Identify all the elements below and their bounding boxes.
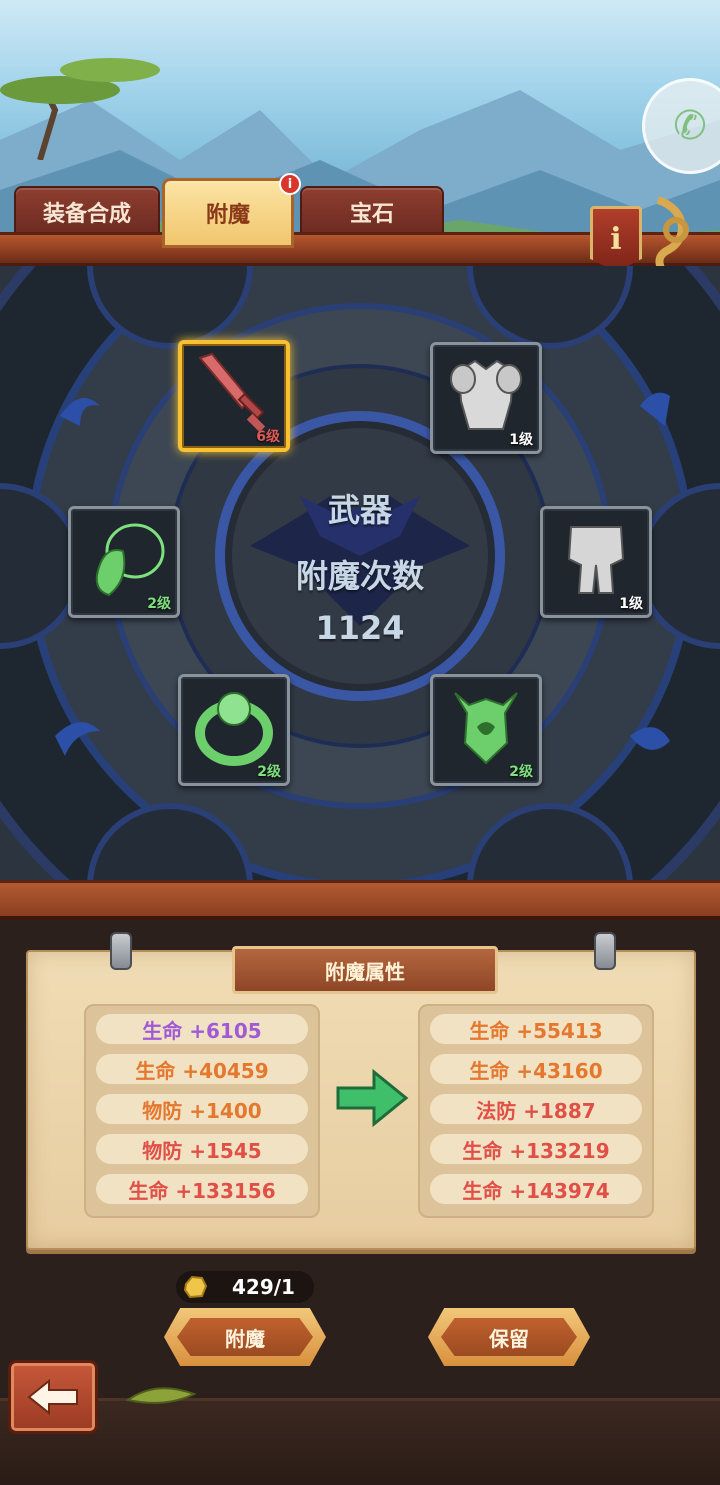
tab-gem[interactable]: 宝石 — [300, 186, 444, 238]
slot-name: 武器 — [327, 491, 392, 529]
slot-level: 2级 — [509, 764, 533, 780]
attribute-row: 生命 +6105 — [96, 1014, 308, 1044]
tab-label: 附魔 — [205, 203, 250, 228]
info-icon: i — [610, 221, 622, 257]
enchant-button-label: 附魔 — [225, 1326, 265, 1351]
pine-tree — [0, 58, 160, 160]
enchant-button[interactable]: 附魔 — [164, 1308, 326, 1366]
pin-icon — [110, 932, 132, 970]
attribute-row: 生命 +133219 — [430, 1134, 642, 1164]
tab-label: 装备合成 — [42, 202, 131, 227]
attribute-row: 生命 +133156 — [96, 1174, 308, 1204]
helmet-icon — [454, 692, 518, 765]
slot-helmet[interactable]: 2级 — [430, 674, 542, 786]
arrow-left-icon — [27, 1378, 78, 1416]
info-button[interactable]: i — [590, 206, 642, 272]
arrow-right-icon — [336, 1068, 409, 1128]
keep-button-label: 保留 — [489, 1326, 529, 1351]
current-attributes: 生命 +6105 生命 +40459 物防 +1400 物防 +1545 生命 … — [84, 1004, 320, 1218]
currency-display: 429/1 — [176, 1271, 314, 1303]
leaf-decoration — [126, 1387, 196, 1404]
panel-title: 附魔属性 — [232, 946, 498, 994]
ring-icon — [195, 692, 273, 766]
pin-icon — [594, 932, 616, 970]
slot-leg-armor[interactable]: 1级 — [540, 506, 652, 618]
tab-equipment-synthesis[interactable]: 装备合成 — [14, 186, 160, 238]
attribute-row: 生命 +43160 — [430, 1054, 642, 1084]
notification-badge: i — [279, 173, 301, 195]
panel-title-text: 附魔属性 — [325, 959, 405, 984]
gold-stone-icon — [183, 1275, 208, 1299]
slot-level: 2级 — [257, 764, 281, 780]
slot-weapon[interactable]: 6级 — [178, 340, 290, 452]
slot-level: 2级 — [147, 596, 171, 612]
new-attributes: 生命 +55413 生命 +43160 法防 +1887 生命 +133219 … — [418, 1004, 654, 1218]
keep-button[interactable]: 保留 — [428, 1308, 590, 1366]
attribute-row: 生命 +40459 — [96, 1054, 308, 1084]
slot-level: 6级 — [256, 429, 280, 445]
enchant-center-info: 武器 附魔次数 1124 — [230, 480, 490, 648]
bottom-wood-plank — [0, 880, 720, 920]
attribute-row: 物防 +1400 — [96, 1094, 308, 1124]
back-button[interactable] — [8, 1360, 98, 1434]
leg-armor-icon — [567, 526, 625, 594]
attribute-row: 法防 +1887 — [430, 1094, 642, 1124]
chest-armor-icon — [450, 359, 522, 430]
slot-level: 1级 — [619, 596, 643, 612]
enchant-count-value: 1124 — [315, 609, 405, 647]
ground — [0, 1398, 720, 1485]
slot-level: 1级 — [509, 432, 533, 448]
slot-chest-armor[interactable]: 1级 — [430, 342, 542, 454]
amulet-icon — [95, 523, 165, 597]
slot-ring[interactable]: 2级 — [178, 674, 290, 786]
currency-amount: 429/1 — [232, 1275, 295, 1299]
attribute-row: 生命 +55413 — [430, 1014, 642, 1044]
attribute-row: 生命 +143974 — [430, 1174, 642, 1204]
enchant-count-label: 附魔次数 — [295, 557, 424, 595]
attribute-row: 物防 +1545 — [96, 1134, 308, 1164]
tab-enchant[interactable]: 附魔 i — [162, 173, 301, 248]
slot-amulet[interactable]: 2级 — [68, 506, 180, 618]
tab-label: 宝石 — [349, 202, 394, 227]
